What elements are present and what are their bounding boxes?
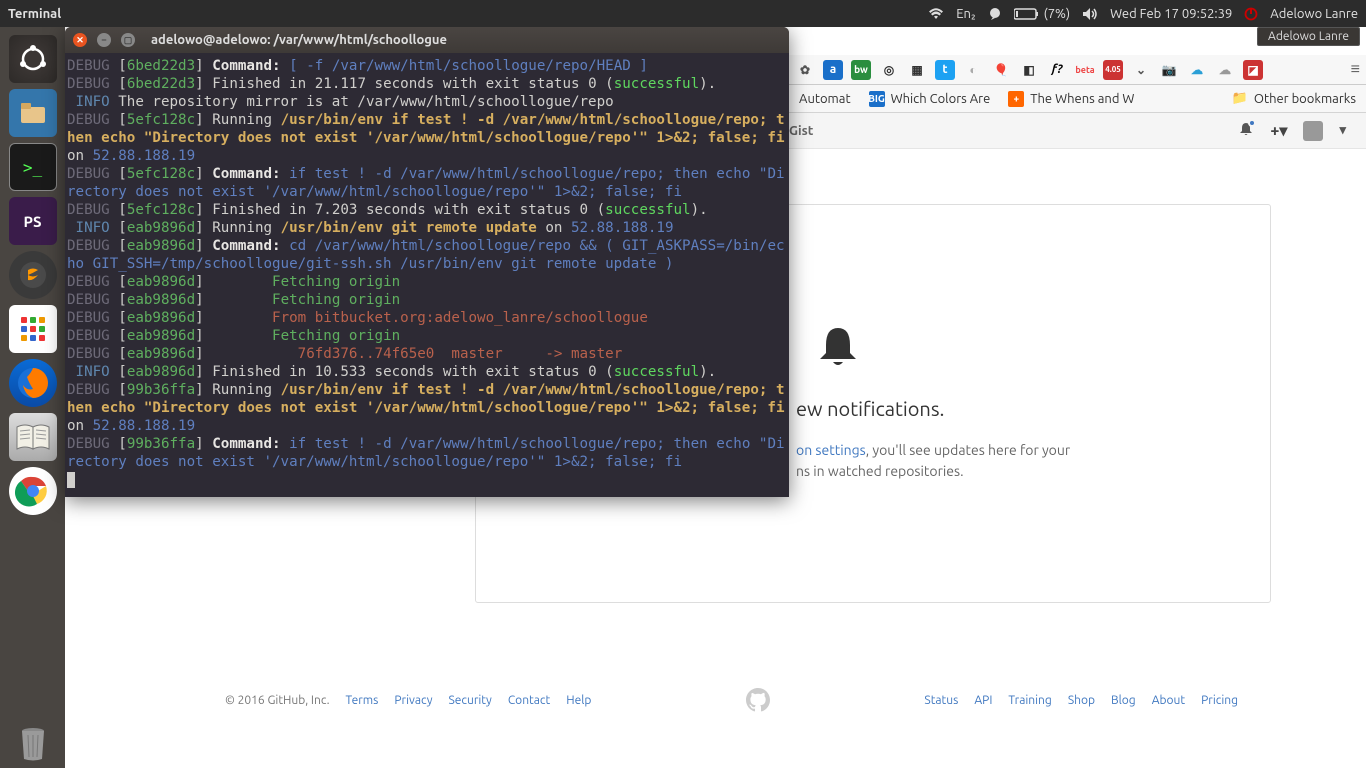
extension-icon[interactable]: 📷 bbox=[1159, 60, 1179, 80]
footer-link[interactable]: Status bbox=[924, 694, 958, 707]
language-indicator[interactable]: En₂ bbox=[956, 7, 975, 21]
nav-gist[interactable]: Gist bbox=[789, 124, 813, 138]
terminal-title: adelowo@adelowo: /var/www/html/schoollog… bbox=[151, 33, 447, 47]
create-new-icon[interactable]: +▾ bbox=[1270, 121, 1287, 140]
footer-link[interactable]: Terms bbox=[346, 694, 379, 707]
extension-icon[interactable]: ⌄ bbox=[1131, 60, 1151, 80]
bookmark-icon: BIG bbox=[869, 91, 885, 107]
browser-menu-icon[interactable]: ≡ bbox=[1351, 60, 1360, 79]
window-maximize-icon[interactable]: ▢ bbox=[121, 33, 135, 47]
terminal-window: ✕ – ▢ adelowo@adelowo: /var/www/html/sch… bbox=[65, 27, 789, 497]
top-panel: Terminal En₂ (7%) Wed Feb 17 09:52:39 Ad… bbox=[0, 0, 1366, 27]
extension-icon[interactable]: ◪ bbox=[1243, 60, 1263, 80]
avatar[interactable] bbox=[1303, 121, 1323, 141]
battery-indicator[interactable]: (7%) bbox=[1014, 7, 1070, 21]
github-mark-icon[interactable] bbox=[746, 688, 770, 712]
launcher-firefox-icon[interactable] bbox=[9, 359, 57, 407]
extension-icon[interactable]: a bbox=[823, 60, 843, 80]
extension-icon[interactable]: ☁ bbox=[1215, 60, 1235, 80]
notifications-bell-icon[interactable] bbox=[1238, 121, 1254, 141]
bookmark-item[interactable]: BIGWhich Colors Are bbox=[869, 91, 991, 107]
bookmark-item[interactable]: Automat bbox=[799, 92, 851, 106]
extension-icon[interactable]: bw bbox=[851, 60, 871, 80]
clock[interactable]: Wed Feb 17 09:52:39 bbox=[1110, 7, 1232, 21]
chat-icon[interactable] bbox=[988, 7, 1002, 21]
window-minimize-icon[interactable]: – bbox=[97, 33, 111, 47]
footer-link[interactable]: Privacy bbox=[394, 694, 432, 707]
footer-link[interactable]: About bbox=[1152, 694, 1185, 707]
other-bookmarks[interactable]: 📁Other bookmarks bbox=[1232, 91, 1356, 106]
github-header: Gist +▾ ▾ bbox=[789, 113, 1366, 149]
bookmark-icon: + bbox=[1008, 91, 1024, 107]
extension-icon[interactable]: beta bbox=[1075, 60, 1095, 80]
active-app-name: Terminal bbox=[8, 7, 61, 21]
extension-icon[interactable]: ✿ bbox=[795, 60, 815, 80]
wifi-icon[interactable] bbox=[928, 8, 944, 20]
launcher-files-icon[interactable] bbox=[9, 89, 57, 137]
launcher-phpstorm-icon[interactable]: PS bbox=[9, 197, 57, 245]
footer-link[interactable]: Help bbox=[566, 694, 591, 707]
extension-icon[interactable]: ◎ bbox=[879, 60, 899, 80]
footer-link[interactable]: Blog bbox=[1111, 694, 1136, 707]
bookmark-item[interactable]: +The Whens and W bbox=[1008, 91, 1134, 107]
github-footer: © 2016 GitHub, Inc. Terms Privacy Security… bbox=[225, 688, 1246, 712]
extension-row: ✿ a bw ◎ ▦ t ◐ 🎈 ◧ f? beta 4.05 ⌄ 📷 ☁ ☁ … bbox=[789, 55, 1366, 85]
copyright: © 2016 GitHub, Inc. bbox=[225, 694, 330, 707]
extension-icon[interactable]: 4.05 bbox=[1103, 60, 1123, 80]
footer-link[interactable]: Security bbox=[449, 694, 492, 707]
extension-icon[interactable]: t bbox=[935, 60, 955, 80]
notifications-heading: ew notifications. bbox=[796, 397, 1230, 420]
launcher: >_ PS bbox=[0, 27, 65, 768]
user-name[interactable]: Adelowo Lanre bbox=[1270, 7, 1358, 21]
bell-icon bbox=[818, 325, 1230, 377]
terminal-output[interactable]: DEBUG [6bed22d3] Command: [ -f /var/www/… bbox=[65, 53, 789, 497]
user-badge[interactable]: Adelowo Lanre bbox=[1257, 27, 1360, 46]
notification-dot bbox=[1248, 119, 1256, 127]
launcher-apps-icon[interactable] bbox=[9, 305, 57, 353]
volume-icon[interactable] bbox=[1082, 7, 1098, 21]
footer-link[interactable]: Contact bbox=[508, 694, 550, 707]
footer-link[interactable]: Shop bbox=[1068, 694, 1095, 707]
extension-icon[interactable]: 🎈 bbox=[991, 60, 1011, 80]
footer-link[interactable]: Pricing bbox=[1201, 694, 1238, 707]
window-close-icon[interactable]: ✕ bbox=[73, 33, 87, 47]
extension-icon[interactable]: ◐ bbox=[963, 60, 983, 80]
launcher-chrome-icon[interactable] bbox=[9, 467, 57, 515]
extension-icon[interactable]: ▦ bbox=[907, 60, 927, 80]
launcher-sublime-icon[interactable] bbox=[9, 251, 57, 299]
launcher-dictionary-icon[interactable] bbox=[9, 413, 57, 461]
terminal-titlebar[interactable]: ✕ – ▢ adelowo@adelowo: /var/www/html/sch… bbox=[65, 27, 789, 53]
browser-chrome-partial: ✿ a bw ◎ ▦ t ◐ 🎈 ◧ f? beta 4.05 ⌄ 📷 ☁ ☁ … bbox=[789, 55, 1366, 113]
extension-icon[interactable]: ◧ bbox=[1019, 60, 1039, 80]
footer-link[interactable]: API bbox=[974, 694, 992, 707]
launcher-trash-icon[interactable] bbox=[9, 720, 57, 768]
notifications-body: on settings, you'll see updates here for… bbox=[796, 440, 1230, 482]
folder-icon: 📁 bbox=[1232, 91, 1248, 106]
extension-icon[interactable]: f? bbox=[1047, 60, 1067, 80]
power-icon[interactable] bbox=[1244, 7, 1258, 21]
launcher-dash-icon[interactable] bbox=[9, 35, 57, 83]
footer-link[interactable]: Training bbox=[1008, 694, 1051, 707]
bookmarks-bar: Automat BIGWhich Colors Are +The Whens a… bbox=[789, 85, 1366, 113]
notification-settings-link[interactable]: on settings bbox=[796, 442, 866, 458]
extension-icon[interactable]: ☁ bbox=[1187, 60, 1207, 80]
launcher-terminal-icon[interactable]: >_ bbox=[9, 143, 57, 191]
